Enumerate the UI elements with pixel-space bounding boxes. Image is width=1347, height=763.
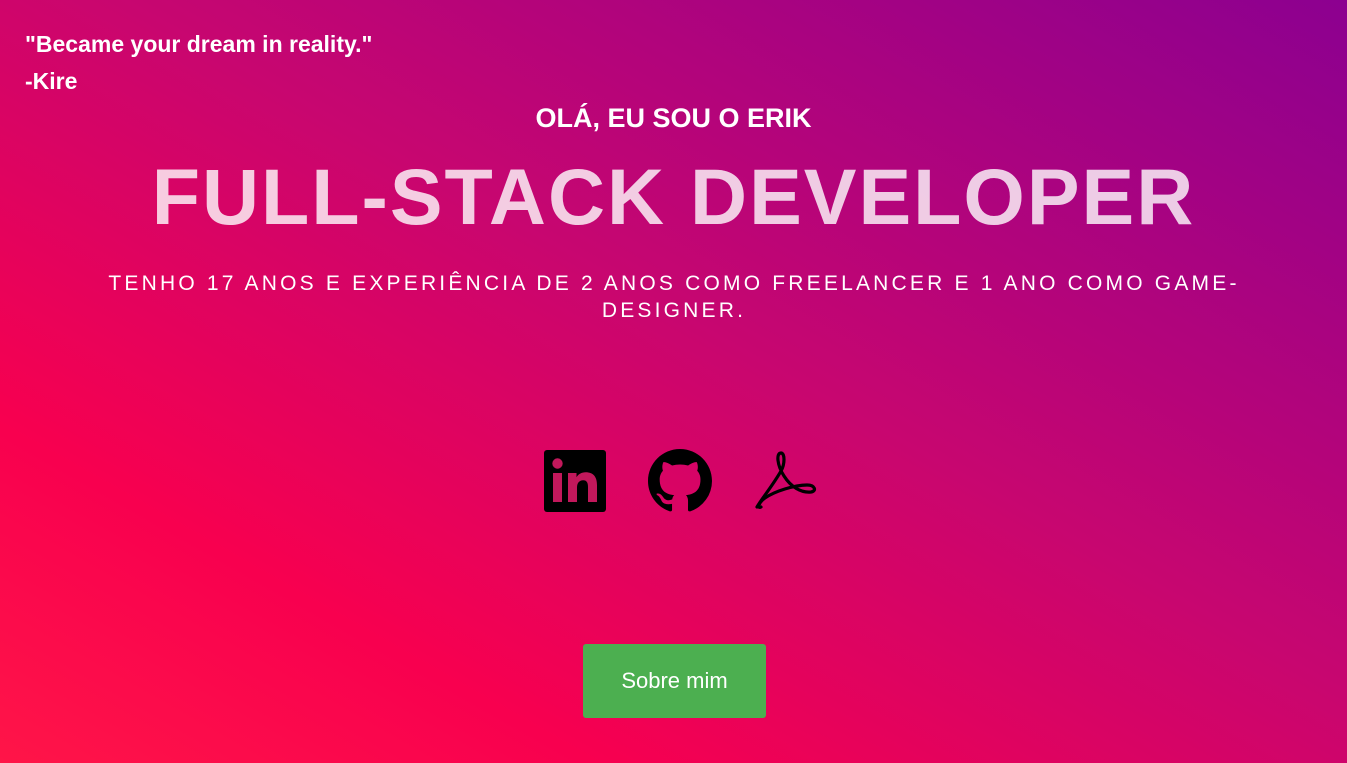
adobe-acrobat-pdf-icon: [755, 451, 817, 509]
role-title: FULL-STACK DEVELOPER: [151, 152, 1196, 241]
social-links: [543, 449, 817, 513]
github-link[interactable]: [648, 449, 712, 513]
bio-text: TENHO 17 ANOS E EXPERIÊNCIA DE 2 ANOS CO…: [108, 272, 1240, 322]
quote-author: -Kire: [25, 68, 78, 94]
linkedin-icon: [544, 450, 606, 512]
github-icon: [648, 449, 712, 512]
linkedin-link[interactable]: [543, 449, 607, 513]
greeting-heading: OLÁ, EU SOU O ERIK: [535, 103, 812, 133]
quote-text: "Became your dream in reality.": [25, 31, 373, 57]
about-me-button[interactable]: Sobre mim: [583, 644, 766, 718]
resume-pdf-link[interactable]: [753, 449, 817, 513]
